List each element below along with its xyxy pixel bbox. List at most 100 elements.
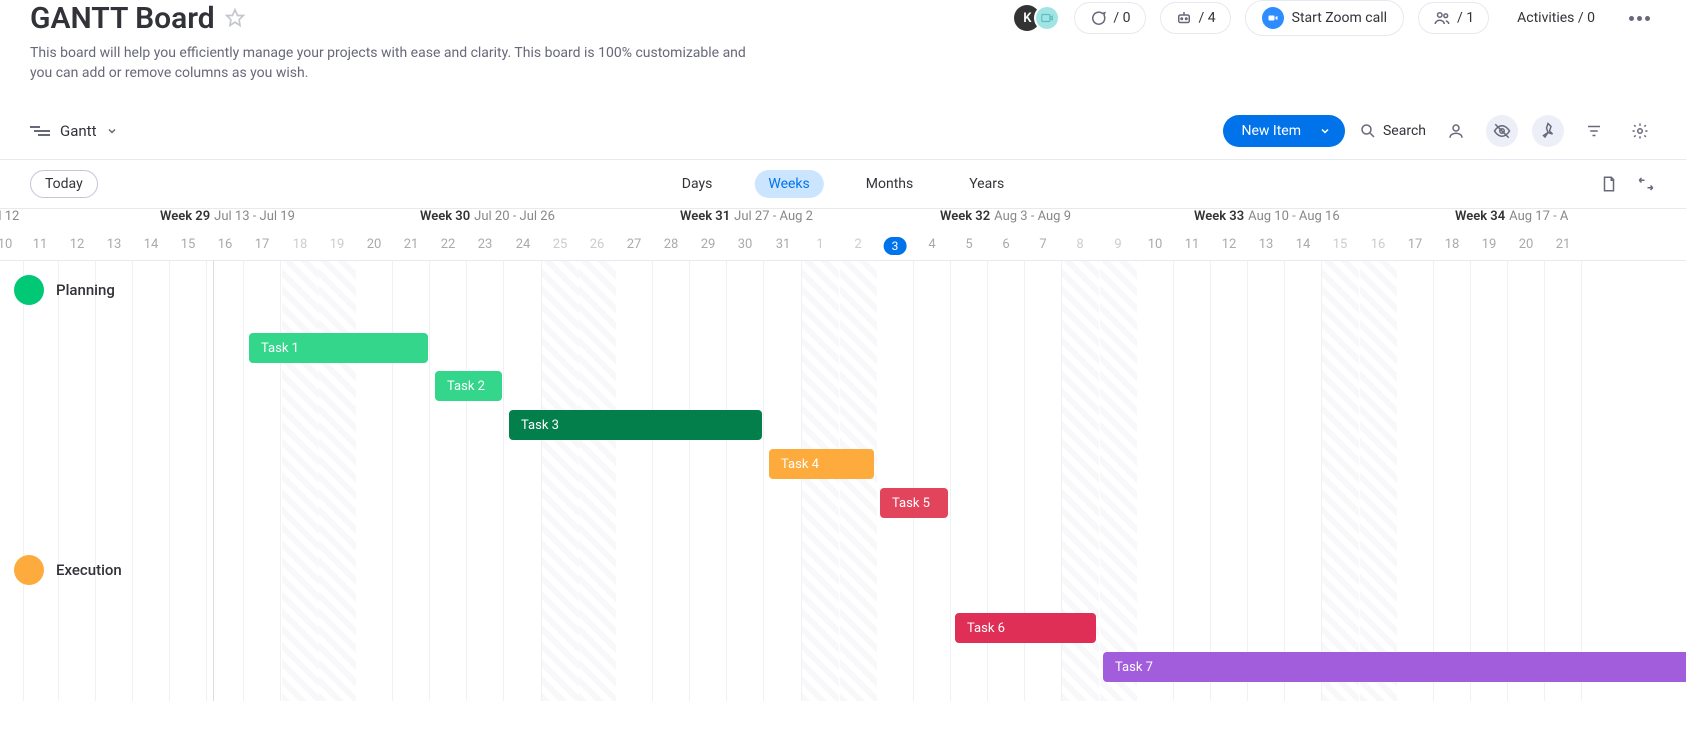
day-label: 20 bbox=[1519, 237, 1534, 252]
automations-button[interactable]: / 4 bbox=[1160, 2, 1231, 34]
day-label: 19 bbox=[1482, 237, 1497, 252]
task-bar[interactable]: Task 6 bbox=[955, 613, 1096, 643]
gantt-icon bbox=[30, 126, 50, 136]
day-label: 16 bbox=[218, 237, 233, 252]
day-labels-row: 1011121314151617181920212223242526272829… bbox=[0, 233, 1686, 261]
filter-button[interactable] bbox=[1578, 115, 1610, 147]
day-label: 18 bbox=[1445, 237, 1460, 252]
day-label: 22 bbox=[441, 237, 456, 252]
document-icon bbox=[1600, 175, 1618, 193]
day-label: 7 bbox=[1039, 237, 1046, 252]
task-bar[interactable]: Task 3 bbox=[509, 410, 762, 440]
day-label: 11 bbox=[1185, 237, 1200, 252]
day-label: 17 bbox=[1408, 237, 1423, 252]
avatar-stack[interactable]: K bbox=[1014, 5, 1060, 31]
chevron-down-icon[interactable] bbox=[1313, 117, 1345, 145]
scale-tab-days[interactable]: Days bbox=[668, 170, 727, 198]
more-menu-button[interactable] bbox=[1623, 10, 1656, 27]
day-label: 16 bbox=[1371, 237, 1386, 252]
task-bar[interactable]: Task 5 bbox=[880, 488, 948, 518]
person-filter-button[interactable] bbox=[1440, 115, 1472, 147]
new-item-button[interactable]: New Item bbox=[1223, 115, 1345, 147]
chat-icon bbox=[1089, 9, 1107, 27]
day-label: 1 bbox=[816, 237, 823, 252]
zoom-call-button[interactable]: Start Zoom call bbox=[1245, 0, 1404, 36]
day-label: 13 bbox=[107, 237, 122, 252]
week-label: Week 29Jul 13 - Jul 19 bbox=[160, 209, 295, 224]
hide-button[interactable] bbox=[1486, 115, 1518, 147]
collapse-button[interactable] bbox=[1636, 175, 1656, 193]
day-label: 4 bbox=[928, 237, 935, 252]
day-label: 30 bbox=[738, 237, 753, 252]
scale-tabs: Days Weeks Months Years bbox=[668, 170, 1018, 198]
eye-off-icon bbox=[1493, 122, 1511, 140]
filter-icon bbox=[1585, 122, 1603, 140]
view-switcher[interactable]: Gantt bbox=[30, 122, 118, 140]
day-label: 14 bbox=[1296, 237, 1311, 252]
side-divider bbox=[213, 261, 214, 701]
day-label: 23 bbox=[478, 237, 493, 252]
day-label: 6 bbox=[1002, 237, 1009, 252]
day-label: 25 bbox=[553, 237, 568, 252]
day-label: 9 bbox=[1114, 237, 1121, 252]
group-color-dot bbox=[14, 275, 44, 305]
search-button[interactable]: Search bbox=[1359, 122, 1426, 140]
week-label: Week 30Jul 20 - Jul 26 bbox=[420, 209, 555, 224]
day-label: 17 bbox=[255, 237, 270, 252]
gear-icon bbox=[1631, 122, 1649, 140]
week-label: Week 33Aug 10 - Aug 16 bbox=[1194, 209, 1340, 224]
day-label: 19 bbox=[330, 237, 345, 252]
day-label: 18 bbox=[293, 237, 308, 252]
task-bar[interactable]: Task 1 bbox=[249, 333, 428, 363]
day-label: 5 bbox=[965, 237, 972, 252]
today-button[interactable]: Today bbox=[30, 170, 98, 198]
pin-icon bbox=[1539, 122, 1557, 140]
person-icon bbox=[1447, 122, 1465, 140]
day-label: 27 bbox=[627, 237, 642, 252]
week-labels-row: Jul 12 Week 29Jul 13 - Jul 19 Week 30Jul 2… bbox=[0, 209, 1686, 233]
settings-button[interactable] bbox=[1624, 115, 1656, 147]
day-label: 14 bbox=[144, 237, 159, 252]
day-label: 15 bbox=[1333, 237, 1348, 252]
members-button[interactable]: / 1 bbox=[1418, 2, 1489, 34]
day-label: 12 bbox=[70, 237, 85, 252]
scale-tab-weeks[interactable]: Weeks bbox=[754, 170, 823, 198]
zoom-icon bbox=[1262, 7, 1284, 29]
day-label: 21 bbox=[1556, 237, 1571, 252]
activities-button[interactable]: Activities / 0 bbox=[1503, 4, 1609, 32]
users-icon bbox=[1433, 9, 1451, 27]
day-label: 10 bbox=[1148, 237, 1163, 252]
day-label: 20 bbox=[367, 237, 382, 252]
task-bar[interactable]: Task 4 bbox=[769, 449, 874, 479]
day-label: 29 bbox=[701, 237, 716, 252]
day-label: 11 bbox=[33, 237, 48, 252]
gantt-grid: Planning Task 1Task 2Task 3Task 4Task 5 Ex… bbox=[0, 261, 1686, 701]
group-header[interactable]: Execution bbox=[0, 541, 136, 599]
group-title: Planning bbox=[56, 281, 115, 299]
task-bar[interactable]: Task 7 bbox=[1103, 652, 1686, 682]
day-label: 21 bbox=[404, 237, 419, 252]
page-title: GANTT Board bbox=[30, 1, 215, 36]
robot-icon bbox=[1175, 9, 1193, 27]
day-label: 13 bbox=[1259, 237, 1274, 252]
scale-tab-years[interactable]: Years bbox=[955, 170, 1018, 198]
group-title: Execution bbox=[56, 561, 122, 579]
scale-tab-months[interactable]: Months bbox=[852, 170, 927, 198]
day-label: 28 bbox=[664, 237, 679, 252]
task-bar[interactable]: Task 2 bbox=[435, 371, 502, 401]
week-label: Jul 12 bbox=[0, 209, 19, 224]
day-label: 10 bbox=[0, 237, 12, 252]
week-label: Week 31Jul 27 - Aug 2 bbox=[680, 209, 813, 224]
chevron-down-icon bbox=[106, 125, 118, 137]
week-label: Week 34Aug 17 - A bbox=[1455, 209, 1568, 224]
pin-button[interactable] bbox=[1532, 115, 1564, 147]
group-header[interactable]: Planning bbox=[0, 261, 129, 319]
day-label: 2 bbox=[854, 237, 861, 252]
today-marker: 3 bbox=[884, 237, 907, 255]
week-label: Week 32Aug 3 - Aug 9 bbox=[940, 209, 1071, 224]
search-icon bbox=[1359, 122, 1377, 140]
day-label: 26 bbox=[590, 237, 605, 252]
favorite-star-icon[interactable] bbox=[225, 8, 245, 28]
export-button[interactable] bbox=[1600, 175, 1618, 193]
conversations-button[interactable]: / 0 bbox=[1074, 2, 1145, 34]
